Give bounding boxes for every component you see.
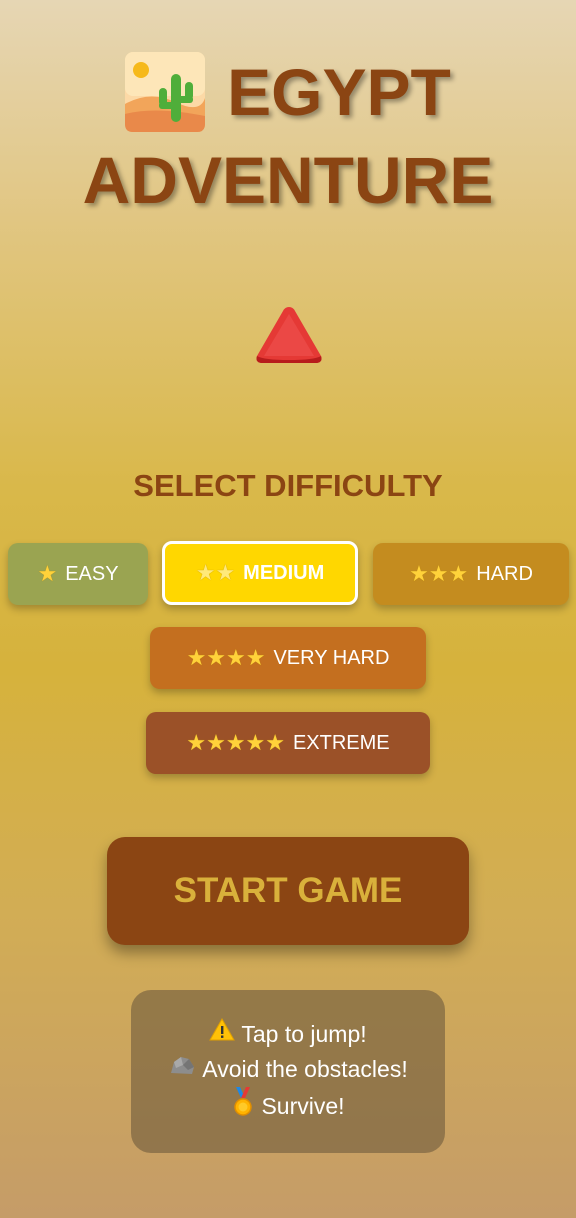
title-row: EGYPT — [0, 48, 576, 136]
difficulty-easy-label: EASY — [65, 562, 119, 585]
instructions-panel: Tap to jump! Avoid the obstacles! Surviv… — [131, 990, 445, 1153]
instruction-text: Tap to jump! — [241, 1020, 367, 1047]
game-title: EGYPT ADVENTURE — [0, 48, 576, 224]
star-icon: ★★★★ — [186, 645, 266, 670]
instruction-line: Survive! — [231, 1086, 345, 1127]
star-icon: ★★ — [195, 560, 236, 585]
desert-icon — [125, 52, 206, 132]
difficulty-easy-button[interactable]: ★ EASY — [8, 543, 148, 605]
rock-icon — [168, 1052, 196, 1087]
start-game-label: START GAME — [173, 871, 403, 910]
difficulty-very-hard-label: VERY HARD — [273, 646, 390, 669]
difficulty-hard-button[interactable]: ★★★ HARD — [373, 543, 569, 605]
star-icon: ★★★★★ — [186, 730, 285, 755]
difficulty-hard-label: HARD — [476, 562, 533, 585]
start-game-button[interactable]: START GAME — [107, 837, 469, 945]
title-line1: EGYPT — [227, 55, 451, 129]
difficulty-extreme-label: EXTREME — [292, 731, 390, 754]
star-icon: ★★★ — [409, 561, 469, 586]
red-triangle-icon — [254, 304, 324, 366]
star-icon: ★ — [37, 561, 58, 586]
medal-icon — [231, 1086, 255, 1127]
warning-icon — [209, 1017, 236, 1052]
difficulty-very-hard-button[interactable]: ★★★★ VERY HARD — [150, 627, 426, 689]
difficulty-medium-button[interactable]: ★★ MEDIUM — [162, 541, 358, 605]
difficulty-medium-label: MEDIUM — [243, 561, 325, 584]
instruction-text: Survive! — [261, 1093, 345, 1119]
instruction-text: Avoid the obstacles! — [202, 1055, 408, 1082]
title-line2: ADVENTURE — [82, 143, 494, 217]
instruction-line: Tap to jump! — [209, 1017, 367, 1052]
instruction-line: Avoid the obstacles! — [168, 1052, 408, 1087]
difficulty-extreme-button[interactable]: ★★★★★ EXTREME — [146, 712, 430, 774]
select-difficulty-label: SELECT DIFFICULTY — [133, 468, 443, 503]
